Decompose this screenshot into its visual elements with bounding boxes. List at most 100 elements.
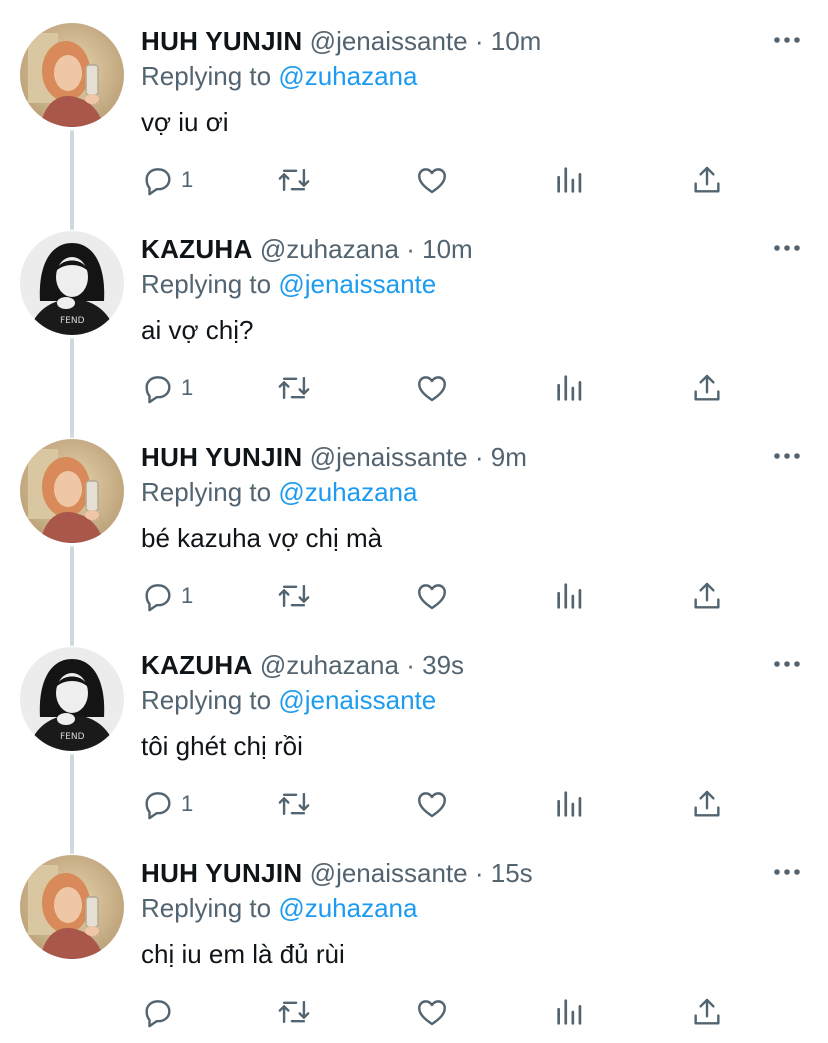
author-handle[interactable]: @zuhazana bbox=[260, 650, 399, 680]
timestamp[interactable]: 10m bbox=[422, 234, 473, 264]
author-name[interactable]: KAZUHA bbox=[141, 650, 253, 680]
retweet-icon bbox=[278, 584, 310, 608]
retweet-button[interactable] bbox=[277, 368, 311, 408]
separator: · bbox=[406, 650, 415, 680]
avatar[interactable] bbox=[20, 855, 124, 959]
analytics-icon bbox=[557, 583, 582, 609]
reply-button[interactable]: 1 bbox=[141, 576, 193, 616]
tweet[interactable]: FEND KAZUHA @zuhazana · 39s Replying to … bbox=[0, 624, 828, 824]
mention-link[interactable]: @jenaissante bbox=[278, 685, 436, 715]
author-name[interactable]: KAZUHA bbox=[141, 234, 253, 264]
share-button[interactable] bbox=[690, 784, 724, 824]
more-icon[interactable] bbox=[772, 862, 802, 882]
avatar[interactable]: FEND bbox=[20, 231, 124, 335]
separator: · bbox=[474, 442, 484, 472]
tweet-text: ai vợ chị? bbox=[141, 315, 254, 345]
timestamp[interactable]: 15s bbox=[491, 858, 533, 888]
analytics-icon bbox=[557, 791, 582, 817]
tweet-header: HUH YUNJIN @jenaissante · 9m bbox=[141, 442, 527, 472]
retweet-button[interactable] bbox=[277, 784, 311, 824]
share-button[interactable] bbox=[690, 368, 724, 408]
heart-icon bbox=[418, 584, 446, 610]
replying-label: Replying to bbox=[141, 477, 272, 507]
replying-label: Replying to bbox=[141, 61, 272, 91]
more-icon[interactable] bbox=[772, 238, 802, 258]
share-icon bbox=[694, 790, 720, 817]
share-button[interactable] bbox=[690, 992, 724, 1032]
replying-label: Replying to bbox=[141, 269, 272, 299]
avatar[interactable] bbox=[20, 439, 124, 543]
avatar[interactable] bbox=[20, 23, 124, 127]
more-icon[interactable] bbox=[772, 30, 802, 50]
share-button[interactable] bbox=[690, 160, 724, 200]
author-handle[interactable]: @jenaissante bbox=[310, 442, 468, 472]
replying-label: Replying to bbox=[141, 893, 272, 923]
action-bar: 1 bbox=[0, 160, 828, 200]
tweet[interactable]: HUH YUNJIN @jenaissante · 15s Replying t… bbox=[0, 832, 828, 1032]
like-button[interactable] bbox=[415, 992, 449, 1032]
reply-button[interactable] bbox=[141, 992, 181, 1032]
share-button[interactable] bbox=[690, 576, 724, 616]
reply-icon bbox=[145, 584, 171, 612]
retweet-icon bbox=[278, 168, 310, 192]
author-handle[interactable]: @jenaissante bbox=[310, 858, 468, 888]
reply-button[interactable]: 1 bbox=[141, 368, 193, 408]
like-button[interactable] bbox=[415, 160, 449, 200]
action-bar: 1 bbox=[0, 576, 828, 616]
replying-to: Replying to @zuhazana bbox=[141, 893, 417, 923]
author-handle[interactable]: @zuhazana bbox=[260, 234, 399, 264]
reply-count: 1 bbox=[181, 375, 194, 400]
action-bar: 1 bbox=[0, 368, 828, 408]
separator: · bbox=[474, 26, 484, 56]
mention-link[interactable]: @zuhazana bbox=[278, 61, 417, 91]
timestamp[interactable]: 9m bbox=[491, 442, 527, 472]
reply-icon bbox=[145, 168, 171, 196]
heart-icon bbox=[418, 376, 446, 402]
author-name[interactable]: HUH YUNJIN bbox=[141, 442, 302, 472]
mention-link[interactable]: @jenaissante bbox=[278, 269, 436, 299]
retweet-icon bbox=[278, 792, 310, 816]
author-name[interactable]: HUH YUNJIN bbox=[141, 26, 302, 56]
replying-to: Replying to @zuhazana bbox=[141, 477, 417, 507]
retweet-button[interactable] bbox=[277, 992, 311, 1032]
replying-label: Replying to bbox=[141, 685, 272, 715]
timestamp[interactable]: 39s bbox=[422, 650, 464, 680]
tweet-header: HUH YUNJIN @jenaissante · 10m bbox=[141, 26, 541, 56]
analytics-button[interactable] bbox=[553, 784, 587, 824]
analytics-button[interactable] bbox=[553, 368, 587, 408]
reply-button[interactable]: 1 bbox=[141, 160, 193, 200]
more-icon[interactable] bbox=[772, 446, 802, 466]
avatar[interactable]: FEND bbox=[20, 647, 124, 751]
timestamp[interactable]: 10m bbox=[491, 26, 542, 56]
reply-count: 1 bbox=[181, 167, 194, 192]
reply-button[interactable]: 1 bbox=[141, 784, 193, 824]
retweet-button[interactable] bbox=[277, 160, 311, 200]
separator: · bbox=[474, 858, 484, 888]
reply-count: 1 bbox=[181, 583, 194, 608]
like-button[interactable] bbox=[415, 576, 449, 616]
analytics-button[interactable] bbox=[553, 160, 587, 200]
heart-icon bbox=[418, 1000, 446, 1026]
tweet[interactable]: HUH YUNJIN @jenaissante · 9m Replying to… bbox=[0, 416, 828, 616]
tweet-text: bé kazuha vợ chị mà bbox=[141, 523, 383, 553]
reply-icon bbox=[145, 792, 171, 820]
mention-link[interactable]: @zuhazana bbox=[278, 477, 417, 507]
author-handle[interactable]: @jenaissante bbox=[310, 26, 468, 56]
author-name[interactable]: HUH YUNJIN bbox=[141, 858, 302, 888]
share-icon bbox=[694, 166, 720, 193]
share-icon bbox=[694, 374, 720, 401]
reply-count: 1 bbox=[181, 791, 194, 816]
analytics-button[interactable] bbox=[553, 992, 587, 1032]
tweet[interactable]: HUH YUNJIN @jenaissante · 10m Replying t… bbox=[0, 0, 828, 200]
like-button[interactable] bbox=[415, 784, 449, 824]
tweet[interactable]: FEND KAZUHA @zuhazana · 10m Replying to … bbox=[0, 208, 828, 408]
tweet-header: KAZUHA @zuhazana · 39s bbox=[141, 650, 464, 680]
like-button[interactable] bbox=[415, 368, 449, 408]
more-icon[interactable] bbox=[772, 654, 802, 674]
retweet-button[interactable] bbox=[277, 576, 311, 616]
mention-link[interactable]: @zuhazana bbox=[278, 893, 417, 923]
tweet-text: chị iu em là đủ rùi bbox=[141, 939, 345, 969]
analytics-button[interactable] bbox=[553, 576, 587, 616]
svg-text:FEND: FEND bbox=[60, 316, 85, 326]
analytics-icon bbox=[557, 375, 582, 401]
